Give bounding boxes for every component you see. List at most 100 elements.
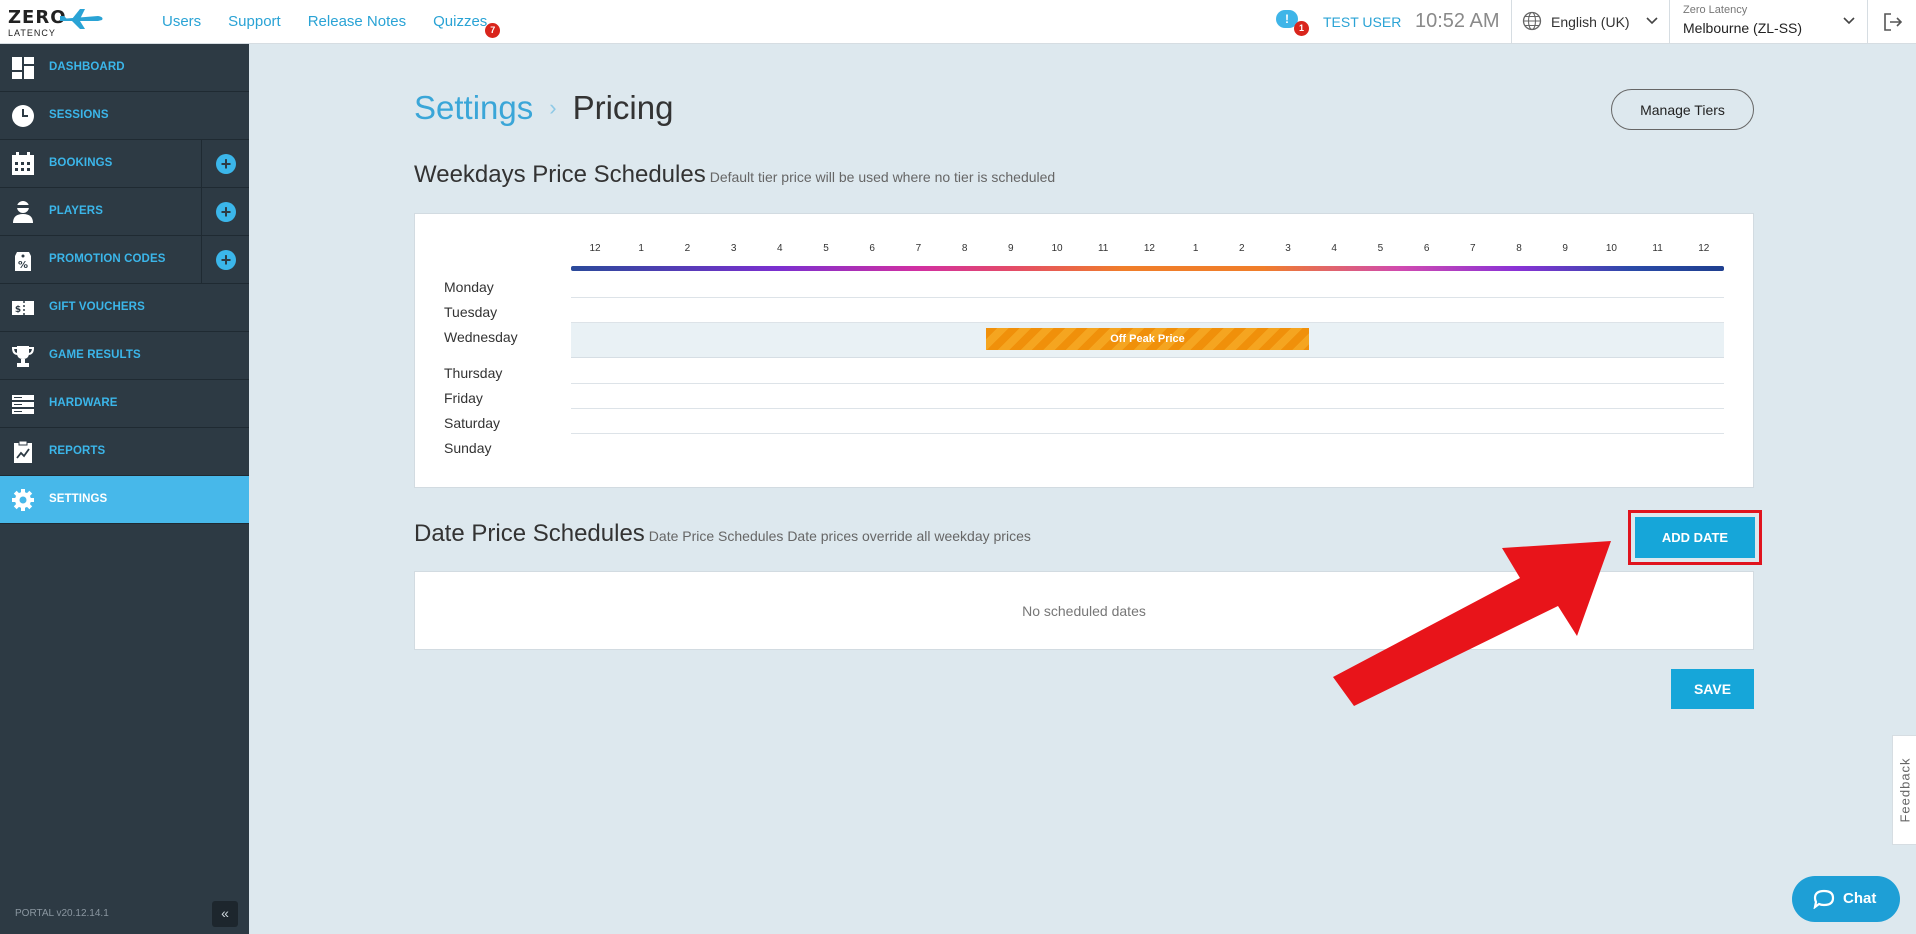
notifications-icon[interactable]: ! 1 [1276, 10, 1309, 36]
hour-tick-label: 12 [1698, 243, 1710, 254]
sidebar-item-settings[interactable]: SETTINGS [0, 476, 249, 524]
schedule-block[interactable]: Off Peak Price [985, 328, 1310, 350]
language-selected: English (UK) [1551, 14, 1630, 30]
logo-text-bottom: LATENCY [8, 28, 56, 38]
nav-link-users[interactable]: Users [162, 13, 201, 30]
location-org: Zero Latency [1683, 4, 1748, 16]
hour-tick-label: 3 [730, 243, 737, 254]
nav-link-support[interactable]: Support [228, 13, 281, 30]
hour-tick-label: 3 [1285, 243, 1291, 254]
user-name-link[interactable]: TEST USER [1323, 14, 1401, 30]
sidebar-item-reports[interactable]: REPORTS [0, 428, 249, 476]
trophy-icon [11, 346, 35, 367]
logout-icon [1884, 13, 1903, 31]
hour-tick-label: 7 [915, 243, 922, 254]
row-divider [571, 322, 1724, 323]
hour-tick-label: 6 [1423, 243, 1430, 254]
manage-tiers-button[interactable]: Manage Tiers [1611, 89, 1754, 130]
gift-voucher-icon: $ [12, 301, 34, 315]
notification-bubble-glyph: ! [1285, 12, 1289, 26]
add-booking-button[interactable]: + [201, 140, 249, 187]
language-selector[interactable]: English (UK) [1511, 0, 1669, 44]
hour-tick-label: 9 [1562, 243, 1568, 254]
nav-link-release-notes[interactable]: Release Notes [308, 13, 406, 30]
day-label-saturday: Saturday [444, 415, 501, 431]
sidebar-item-hardware[interactable]: HARDWARE [0, 380, 249, 428]
sidebar-item-players[interactable]: PLAYERS + [0, 188, 249, 236]
top-bar: ZERO LATENCY Users Support Release Notes… [0, 0, 1916, 44]
collapse-sidebar-button[interactable]: « [212, 901, 238, 927]
calendar-icon [12, 152, 34, 175]
sidebar-item-gift-vouchers[interactable]: $ GIFT VOUCHERS [0, 284, 249, 332]
hour-tick-label: 12 [589, 243, 601, 254]
hour-tick-label: 2 [684, 243, 691, 254]
sidebar-item-label: PROMOTION CODES [49, 253, 166, 265]
date-schedules-section-title: Date Price Schedules Date Price Schedules… [414, 520, 1031, 548]
server-icon [12, 395, 34, 414]
dashboard-icon [12, 57, 34, 79]
date-schedules-title: Date Price Schedules [414, 520, 645, 547]
feedback-label: Feedback [1897, 757, 1912, 823]
date-schedules-subtitle: Date Price Schedules Date prices overrid… [648, 528, 1031, 544]
hour-tick-label: 10 [1605, 243, 1617, 254]
svg-text:%: % [18, 260, 28, 271]
hour-tick-label: 6 [869, 243, 875, 254]
player-icon [13, 201, 33, 223]
chat-label: Chat [1843, 890, 1877, 907]
hour-tick-label: 8 [1516, 243, 1522, 254]
sidebar-item-dashboard[interactable]: DASHBOARD [0, 44, 249, 92]
row-divider [571, 433, 1724, 434]
add-date-button[interactable]: ADD DATE [1635, 517, 1755, 558]
row-divider [571, 383, 1724, 384]
day-label-thursday: Thursday [444, 365, 503, 381]
chat-button[interactable]: Chat [1792, 876, 1900, 922]
location-site: Melbourne (ZL-SS) [1683, 20, 1803, 36]
plus-icon: + [216, 202, 236, 222]
hour-tick-label: 5 [1377, 243, 1384, 254]
feedback-tab[interactable]: Feedback [1892, 735, 1916, 845]
sidebar-item-game-results[interactable]: GAME RESULTS [0, 332, 249, 380]
sidebar-item-bookings[interactable]: BOOKINGS + [0, 140, 249, 188]
day-label-sunday: Sunday [444, 440, 492, 456]
breadcrumb-settings-link[interactable]: Settings [414, 89, 533, 126]
zero-latency-logo[interactable]: ZERO LATENCY [8, 6, 103, 38]
day-label-tuesday: Tuesday [444, 304, 498, 320]
portal-version: PORTAL v20.12.14.1 [15, 908, 109, 919]
hour-axis: 12 1 2 3 4 5 6 7 8 9 10 11 12 1 2 3 4 5 6 7 8 9 10 11 12 [571, 243, 1724, 257]
time-gradient-bar [571, 266, 1724, 271]
quizzes-count-badge: 7 [485, 23, 501, 38]
weekdays-section-title: Weekdays Price Schedules Default tier pri… [414, 161, 1055, 189]
hour-tick-label: 1 [1192, 243, 1199, 254]
weekdays-title: Weekdays Price Schedules [414, 161, 706, 188]
hour-tick-label: 10 [1051, 243, 1063, 254]
add-player-button[interactable]: + [201, 188, 249, 235]
save-button[interactable]: SAVE [1671, 669, 1754, 709]
sidebar-item-sessions[interactable]: SESSIONS [0, 92, 249, 140]
sidebar-item-label: SETTINGS [49, 493, 108, 505]
day-label-wednesday: Wednesday [444, 329, 518, 345]
report-icon [14, 440, 32, 463]
clock-icon [12, 105, 34, 127]
weekdays-subtitle: Default tier price will be used where no… [709, 169, 1056, 185]
day-label-friday: Friday [444, 390, 483, 406]
sidebar-item-label: HARDWARE [49, 397, 118, 409]
nav-link-quizzes[interactable]: Quizzes 7 [433, 13, 501, 38]
svg-text:$: $ [15, 305, 21, 315]
sidebar-item-label: PLAYERS [49, 205, 103, 217]
add-promotion-code-button[interactable]: + [201, 236, 249, 283]
hour-tick-label: 2 [1239, 243, 1245, 254]
annotation-arrow-icon [1333, 541, 1611, 706]
sidebar-item-promotion-codes[interactable]: % PROMOTION CODES + [0, 236, 249, 284]
hour-tick-label: 1 [638, 243, 644, 254]
logout-button[interactable] [1868, 0, 1916, 44]
plus-icon: + [216, 154, 236, 174]
hour-tick-label: 9 [1008, 243, 1014, 254]
hour-tick-label: 11 [1097, 243, 1109, 254]
promo-tag-icon: % [15, 252, 31, 271]
chevron-down-icon [1646, 17, 1658, 25]
location-selector[interactable]: Zero Latency Melbourne (ZL-SS) [1669, 0, 1868, 44]
hour-tick-label: 12 [1143, 243, 1155, 254]
sidebar-item-label: GIFT VOUCHERS [49, 301, 145, 313]
sidebar-item-label: DASHBOARD [49, 61, 125, 73]
page-title: Pricing [572, 89, 674, 126]
